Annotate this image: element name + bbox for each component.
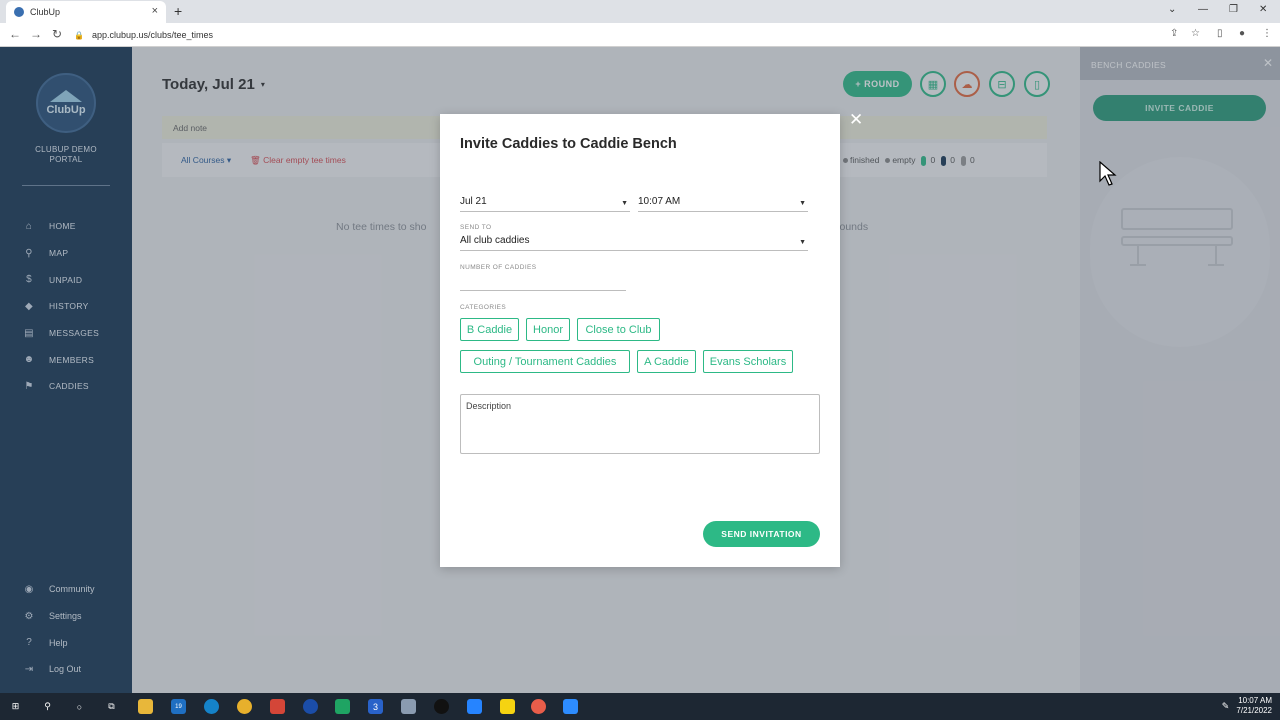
new-tab-button[interactable]: + xyxy=(174,3,182,19)
category-chip-b-caddie[interactable]: B Caddie xyxy=(460,318,519,341)
app-icon[interactable] xyxy=(401,699,416,714)
mouse-cursor-icon xyxy=(1099,160,1117,192)
clock-date: 7/21/2022 xyxy=(1236,706,1272,715)
tab-title: ClubUp xyxy=(30,7,61,17)
windows-taskbar: ⊞ ⚲ ○ ⧉ 19 3 ✎ 10:07 AM 7/21/2022 xyxy=(0,693,1280,720)
pen-icon[interactable]: ✎ xyxy=(1218,699,1233,714)
calendar-day: 3 xyxy=(372,701,378,712)
lock-icon: 🔒 xyxy=(74,30,84,40)
number-of-caddies-input[interactable]: NUMBER OF CADDIES xyxy=(460,264,626,291)
send-to-value: All club caddies xyxy=(460,235,530,246)
category-chip-close-to-club[interactable]: Close to Club xyxy=(577,318,660,341)
invite-caddies-modal: ✕ Invite Caddies to Caddie Bench Jul 21 … xyxy=(440,110,863,567)
app-icon[interactable] xyxy=(434,699,449,714)
caret-down-icon: ▼ xyxy=(799,200,806,207)
categories-label: CATEGORIES xyxy=(460,304,507,311)
jira-icon[interactable] xyxy=(467,699,482,714)
share-icon[interactable]: ⇪ xyxy=(1170,28,1178,39)
modal-title: Invite Caddies to Caddie Bench xyxy=(460,136,677,152)
cortana-icon[interactable]: ○ xyxy=(72,699,87,714)
sticky-notes-icon[interactable] xyxy=(500,699,515,714)
category-chip-a-caddie[interactable]: A Caddie xyxy=(637,350,696,373)
category-chip-outing-tournament[interactable]: Outing / Tournament Caddies xyxy=(460,350,630,373)
clock-time: 10:07 AM xyxy=(1238,696,1272,705)
google-drive-icon[interactable] xyxy=(335,699,350,714)
gmail-icon[interactable] xyxy=(270,699,285,714)
description-textarea[interactable]: Description xyxy=(460,394,820,454)
calendar-icon[interactable]: 3 xyxy=(368,699,383,714)
search-icon[interactable]: ⚲ xyxy=(40,699,55,714)
browser-address-bar: ← → ↻ 🔒 app.clubup.us/clubs/tee_times ⇪ … xyxy=(0,23,1280,47)
send-to-select[interactable]: SEND TO All club caddies ▼ xyxy=(460,224,808,251)
side-panel-icon[interactable]: ▯ xyxy=(1217,28,1223,39)
system-clock[interactable]: 10:07 AM 7/21/2022 xyxy=(1236,696,1272,716)
tab-search-icon[interactable]: ⌄ xyxy=(1168,4,1176,15)
date-select[interactable]: Jul 21 ▼ xyxy=(460,190,630,212)
chrome-app-icon[interactable] xyxy=(531,699,546,714)
restore-icon[interactable]: ❐ xyxy=(1229,4,1238,15)
number-of-caddies-label: NUMBER OF CADDIES xyxy=(460,264,537,271)
caret-down-icon: ▼ xyxy=(799,239,806,246)
profile-icon[interactable]: ● xyxy=(1239,28,1245,39)
mail-badge: 19 xyxy=(175,703,182,710)
url-text: app.clubup.us/clubs/tee_times xyxy=(91,30,214,40)
category-chip-honor[interactable]: Honor xyxy=(526,318,570,341)
date-value: Jul 21 xyxy=(460,196,487,207)
caret-down-icon: ▼ xyxy=(621,200,628,207)
category-chip-evans-scholars[interactable]: Evans Scholars xyxy=(703,350,793,373)
windows-start-icon[interactable]: ⊞ xyxy=(8,699,23,714)
chrome-icon[interactable] xyxy=(237,699,252,714)
mail-icon[interactable]: 19 xyxy=(171,699,186,714)
zoom-icon[interactable] xyxy=(563,699,578,714)
browser-tab[interactable]: ClubUp × xyxy=(6,1,166,23)
browser-tabbar: ClubUp × + ⌄ — ❐ ✕ xyxy=(0,0,1280,23)
forward-icon[interactable]: → xyxy=(30,27,42,41)
browser-menu-icon[interactable]: ⋮ xyxy=(1262,28,1272,39)
app-icon[interactable] xyxy=(303,699,318,714)
clubup-favicon-icon xyxy=(14,7,24,17)
send-invitation-button[interactable]: SEND INVITATION xyxy=(703,521,820,547)
minimize-icon[interactable]: — xyxy=(1198,4,1208,15)
back-icon[interactable]: ← xyxy=(9,27,21,41)
url-field[interactable]: 🔒 app.clubup.us/clubs/tee_times xyxy=(74,27,1154,43)
send-to-label: SEND TO xyxy=(460,224,492,231)
bookmark-star-icon[interactable]: ☆ xyxy=(1191,28,1200,39)
time-value: 10:07 AM xyxy=(638,196,681,207)
file-explorer-icon[interactable] xyxy=(138,699,153,714)
edge-icon[interactable] xyxy=(204,699,219,714)
task-view-icon[interactable]: ⧉ xyxy=(104,699,119,714)
time-select[interactable]: 10:07 AM ▼ xyxy=(638,190,808,212)
close-modal-icon[interactable]: ✕ xyxy=(849,110,863,130)
reload-icon[interactable]: ↻ xyxy=(52,27,62,41)
close-window-icon[interactable]: ✕ xyxy=(1259,4,1267,15)
close-tab-icon[interactable]: × xyxy=(152,5,158,17)
